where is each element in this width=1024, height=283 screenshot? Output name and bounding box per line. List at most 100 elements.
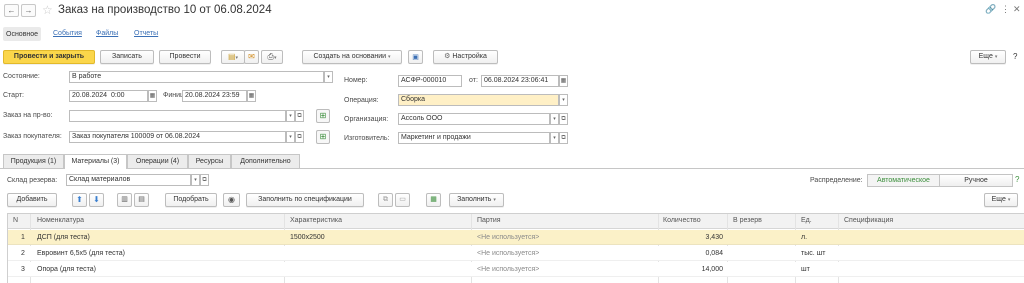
- nav-tab-events[interactable]: События: [53, 30, 82, 37]
- manufacturer-dropdown-icon[interactable]: ▾: [550, 132, 559, 144]
- link-icon[interactable]: 🔗: [985, 4, 996, 15]
- close-icon[interactable]: ✕: [1013, 4, 1021, 15]
- organization-label: Организация:: [344, 116, 389, 123]
- settings-button[interactable]: ⚙ Настройка: [433, 50, 498, 64]
- row-quantity[interactable]: 14,000: [658, 266, 723, 273]
- materials-table: N Номенклатура Характеристика Партия Кол…: [7, 213, 1024, 283]
- tab-resources[interactable]: Ресурсы: [188, 154, 231, 168]
- eye-icon[interactable]: ◉: [223, 193, 240, 207]
- help-icon[interactable]: ?: [1013, 52, 1017, 61]
- column-header-nomenclature[interactable]: Номенклатура: [37, 217, 84, 224]
- row-batch[interactable]: <Не используется>: [477, 250, 539, 257]
- more-vertical-icon[interactable]: ⋮: [1001, 4, 1010, 15]
- manufacturer-open-icon[interactable]: ⧉: [559, 132, 568, 144]
- print-forms-button[interactable]: ▤▾: [221, 50, 245, 64]
- column-header-n[interactable]: N: [13, 217, 18, 224]
- date-field[interactable]: 06.08.2024 23:06:41: [481, 75, 559, 87]
- chevron-down-icon: ▾: [388, 54, 391, 60]
- gear-icon: ⚙: [444, 53, 451, 60]
- reserve-warehouse-field[interactable]: Склад материалов: [66, 174, 191, 186]
- row-characteristic[interactable]: 1500x2500: [290, 234, 325, 241]
- row-unit[interactable]: тыс. шт: [801, 250, 825, 257]
- row-nomenclature[interactable]: Опора (для теста): [37, 266, 96, 273]
- table-more-button[interactable]: Еще ▾: [984, 193, 1018, 207]
- back-button[interactable]: ←: [4, 4, 19, 17]
- reserve-warehouse-dropdown-icon[interactable]: ▾: [191, 174, 200, 186]
- operation-label: Операция:: [344, 97, 379, 104]
- create-based-on-button[interactable]: Создать на основании ▾: [302, 50, 402, 64]
- barcode-icon[interactable]: ▥: [117, 193, 132, 207]
- organization-dropdown-icon[interactable]: ▾: [550, 113, 559, 125]
- row-unit[interactable]: л.: [801, 234, 807, 241]
- operation-dropdown-icon[interactable]: ▾: [559, 94, 568, 106]
- table-icon[interactable]: ▦: [426, 193, 441, 207]
- order-production-field[interactable]: [69, 110, 286, 122]
- add-row-button[interactable]: Добавить: [7, 193, 57, 207]
- tab-operations[interactable]: Операции (4): [127, 154, 188, 168]
- customer-order-add-icon[interactable]: ⊞: [316, 130, 330, 144]
- operation-field[interactable]: Сборка: [398, 94, 559, 106]
- copy-icon[interactable]: ⧉: [378, 193, 393, 207]
- nav-tab-files[interactable]: Файлы: [96, 30, 118, 37]
- fill-button[interactable]: Заполнить ▾: [449, 193, 504, 207]
- select-items-button[interactable]: Подобрать: [165, 193, 217, 207]
- column-header-characteristic[interactable]: Характеристика: [290, 217, 342, 224]
- column-header-specification[interactable]: Спецификация: [844, 217, 893, 224]
- organization-field[interactable]: Ассоль ООО: [398, 113, 550, 125]
- row-quantity[interactable]: 0,084: [658, 250, 723, 257]
- structure-button[interactable]: ▣: [408, 50, 423, 64]
- table-row[interactable]: 2 Евровинт 6,5x5 (для теста) <Не использ…: [8, 246, 1024, 261]
- move-down-icon[interactable]: ⬇: [89, 193, 104, 207]
- save-button[interactable]: Записать: [100, 50, 154, 64]
- start-date-field[interactable]: 20.08.2024 0:00: [69, 90, 148, 102]
- manufacturer-field[interactable]: Маркетинг и продажи: [398, 132, 550, 144]
- start-calendar-icon[interactable]: ▦: [148, 90, 157, 102]
- row-nomenclature[interactable]: ДСП (для теста): [37, 234, 90, 241]
- reserve-warehouse-open-icon[interactable]: ⧉: [200, 174, 209, 186]
- table-row[interactable]: 1 ДСП (для теста) 1500x2500 <Не использу…: [8, 230, 1024, 245]
- status-label: Состояние:: [3, 73, 40, 80]
- row-quantity[interactable]: 3,430: [658, 234, 723, 241]
- customer-order-field[interactable]: Заказ покупателя 100009 от 06.08.2024: [69, 131, 286, 143]
- order-production-dropdown-icon[interactable]: ▾: [286, 110, 295, 122]
- tab-additional[interactable]: Дополнительно: [231, 154, 300, 168]
- status-dropdown-icon[interactable]: ▾: [324, 71, 333, 83]
- paste-icon[interactable]: ▭: [395, 193, 410, 207]
- finish-calendar-icon[interactable]: ▦: [247, 90, 256, 102]
- finish-field[interactable]: 20.08.2024 23:59: [182, 90, 247, 102]
- order-production-add-icon[interactable]: ⊞: [316, 109, 330, 123]
- customer-order-dropdown-icon[interactable]: ▾: [286, 131, 295, 143]
- post-button[interactable]: Провести: [159, 50, 211, 64]
- tab-products[interactable]: Продукция (1): [3, 154, 64, 168]
- tab-materials[interactable]: Материалы (3): [64, 154, 127, 169]
- nav-tab-main[interactable]: Основное: [3, 27, 42, 41]
- email-button[interactable]: ✉: [244, 50, 259, 64]
- customer-order-open-icon[interactable]: ⧉: [295, 131, 304, 143]
- distribution-help-icon[interactable]: ?: [1015, 175, 1019, 184]
- date-calendar-icon[interactable]: ▦: [559, 75, 568, 87]
- column-header-in-reserve[interactable]: В резерв: [733, 217, 762, 224]
- move-up-icon[interactable]: ⬆: [72, 193, 87, 207]
- forward-button[interactable]: →: [21, 4, 36, 17]
- post-and-close-button[interactable]: Провести и закрыть: [3, 50, 95, 64]
- print-button[interactable]: ⎙▾: [261, 50, 283, 64]
- status-field[interactable]: В работе: [69, 71, 324, 83]
- table-row[interactable]: 3 Опора (для теста) <Не используется> 14…: [8, 262, 1024, 277]
- fill-by-spec-button[interactable]: Заполнить по спецификации: [246, 193, 364, 207]
- row-nomenclature[interactable]: Евровинт 6,5x5 (для теста): [37, 250, 125, 257]
- row-unit[interactable]: шт: [801, 266, 810, 273]
- favorite-star-icon[interactable]: ☆: [42, 4, 53, 16]
- nav-tab-reports[interactable]: Отчеты: [134, 30, 158, 37]
- row-batch[interactable]: <Не используется>: [477, 266, 539, 273]
- distribution-manual-toggle[interactable]: Ручное: [940, 174, 1013, 187]
- column-header-quantity[interactable]: Количество: [663, 217, 701, 224]
- column-header-batch[interactable]: Партия: [477, 217, 501, 224]
- data-collection-icon[interactable]: ▤: [134, 193, 149, 207]
- column-header-unit[interactable]: Ед.: [801, 217, 812, 224]
- number-field[interactable]: АСФР-000010: [398, 75, 462, 87]
- order-production-open-icon[interactable]: ⧉: [295, 110, 304, 122]
- distribution-auto-toggle[interactable]: Автоматическое: [867, 174, 940, 187]
- more-button[interactable]: Еще ▾: [970, 50, 1006, 64]
- organization-open-icon[interactable]: ⧉: [559, 113, 568, 125]
- row-batch[interactable]: <Не используется>: [477, 234, 539, 241]
